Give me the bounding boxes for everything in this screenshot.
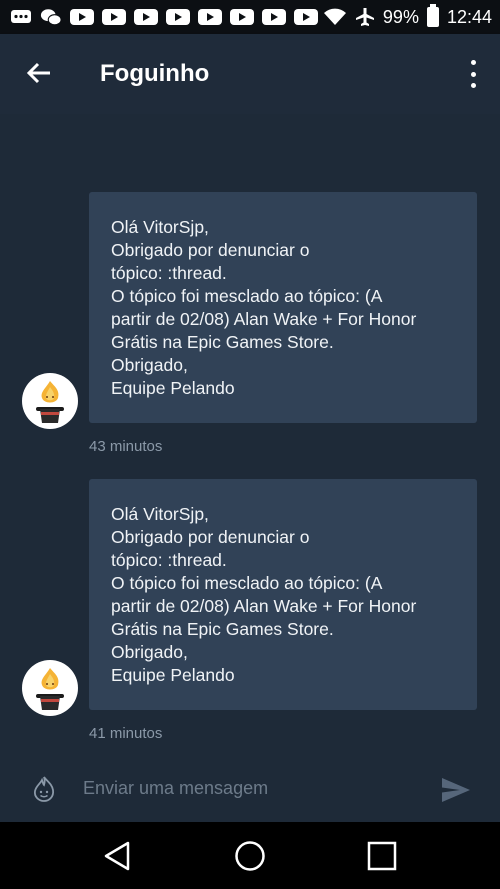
top-hat-fire-icon	[36, 381, 64, 423]
dot	[470, 71, 476, 77]
send-button[interactable]	[440, 776, 472, 804]
message-text: Olá VitorSjp, Obrigado por denunciar o t…	[89, 479, 477, 709]
message-line: O tópico foi mesclado ao tópico: (A	[111, 573, 383, 593]
avatar[interactable]	[22, 373, 78, 429]
message-line: partir de 02/08) Alan Wake + For Honor	[111, 309, 417, 329]
fire-emoji-icon	[33, 776, 55, 802]
message-line: partir de 02/08) Alan Wake + For Honor	[111, 596, 417, 616]
nav-back-button[interactable]	[102, 840, 134, 872]
notification-icons	[0, 8, 318, 26]
arrow-left-icon	[26, 62, 50, 84]
message-line: Equipe Pelando	[111, 665, 235, 685]
status-bar: 99% 12:44	[0, 0, 500, 34]
youtube-icon	[230, 9, 254, 25]
message-line: Obrigado por denunciar o	[111, 240, 310, 260]
youtube-icon	[262, 9, 286, 25]
message-line: Grátis na Epic Games Store.	[111, 619, 334, 639]
message-bubble[interactable]: Olá VitorSjp, Obrigado por denunciar o t…	[89, 192, 477, 423]
conversation-title: Foguinho	[100, 60, 210, 87]
message-line: O tópico foi mesclado ao tópico: (A	[111, 286, 383, 306]
square-recent-icon	[367, 841, 397, 871]
youtube-icon	[102, 9, 126, 25]
app-bar: Foguinho	[0, 34, 500, 114]
airplane-icon	[355, 8, 374, 26]
youtube-icon	[70, 9, 94, 25]
top-hat-fire-icon	[36, 668, 64, 710]
message-timestamp: 41 minutos	[89, 725, 163, 742]
nav-home-button[interactable]	[234, 840, 266, 872]
message-line: Grátis na Epic Games Store.	[111, 332, 334, 352]
message-line: Obrigado por denunciar o	[111, 527, 310, 547]
message-line: Obrigado,	[111, 642, 188, 662]
message-line: tópico: :thread.	[111, 550, 227, 570]
dot	[470, 60, 476, 65]
dot	[470, 83, 476, 88]
system-status: 99% 12:44	[323, 0, 492, 34]
battery-percent: 99%	[382, 6, 419, 27]
youtube-icon	[134, 9, 158, 25]
message-text: Olá VitorSjp, Obrigado por denunciar o t…	[89, 192, 477, 422]
message-bubble[interactable]: Olá VitorSjp, Obrigado por denunciar o t…	[89, 479, 477, 710]
message-input[interactable]: Enviar uma mensagem	[83, 778, 268, 799]
message-line: Equipe Pelando	[111, 378, 235, 398]
emoji-button[interactable]	[30, 775, 58, 803]
messages-icon	[10, 8, 32, 26]
message-line: Obrigado,	[111, 355, 188, 375]
wifi-icon	[323, 8, 346, 25]
youtube-icon	[198, 9, 222, 25]
wechat-icon	[40, 8, 62, 26]
clock: 12:44	[446, 6, 492, 27]
message-list[interactable]: Olá VitorSjp, Obrigado por denunciar o t…	[0, 114, 500, 752]
message-line: tópico: :thread.	[111, 263, 227, 283]
message-line: Olá VitorSjp,	[111, 217, 209, 237]
circle-home-icon	[235, 841, 265, 871]
message-composer: Enviar uma mensagem	[0, 752, 500, 822]
navigation-bar	[0, 822, 500, 889]
youtube-icon	[294, 9, 318, 25]
triangle-back-icon	[104, 841, 130, 871]
message-timestamp: 43 minutos	[89, 438, 163, 455]
battery-icon	[426, 4, 439, 27]
youtube-icon	[166, 9, 190, 25]
message-line: Olá VitorSjp,	[111, 504, 209, 524]
nav-recent-apps-button[interactable]	[366, 840, 398, 872]
avatar[interactable]	[22, 660, 78, 716]
send-icon	[442, 778, 470, 802]
more-options-button[interactable]	[468, 60, 478, 88]
back-button[interactable]	[24, 58, 54, 88]
